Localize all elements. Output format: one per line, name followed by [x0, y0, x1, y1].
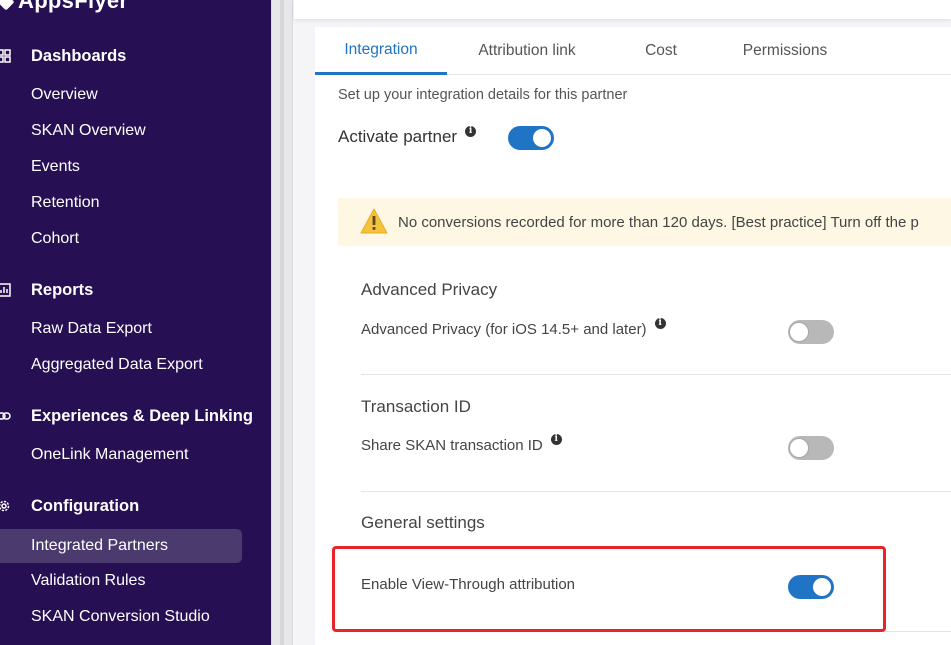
warning-banner: No conversions recorded for more than 12…	[338, 198, 951, 246]
sidebar-item-cohort[interactable]: Cohort	[0, 222, 242, 256]
info-icon[interactable]: i	[550, 434, 562, 445]
divider	[361, 491, 951, 492]
warning-text: No conversions recorded for more than 12…	[398, 213, 919, 231]
sidebar-resize-handle[interactable]	[271, 0, 293, 645]
sidebar-section-dashboards[interactable]: Dashboards	[0, 42, 126, 70]
advanced-privacy-title: Advanced Privacy	[361, 280, 498, 299]
sidebar-item-validation-rules[interactable]: Validation Rules	[0, 564, 242, 598]
sidebar-item-skan-overview[interactable]: SKAN Overview	[0, 114, 242, 148]
divider	[361, 374, 951, 375]
advanced-privacy-row: Advanced Privacy (for iOS 14.5+ and late…	[361, 318, 666, 338]
info-icon[interactable]: i	[654, 318, 666, 329]
sidebar-item-overview[interactable]: Overview	[0, 78, 242, 112]
app-logo[interactable]: AppsFlyer	[0, 0, 128, 14]
gear-icon	[0, 500, 10, 512]
sidebar-item-integrated-partners[interactable]: Integrated Partners	[0, 529, 242, 563]
dashboard-icon	[0, 49, 11, 63]
transaction-id-toggle[interactable]	[788, 436, 834, 460]
sidebar-item-aggregated-data-export[interactable]: Aggregated Data Export	[0, 348, 242, 382]
tab-cost[interactable]: Cost	[615, 27, 707, 74]
sidebar-section-deep-linking[interactable]: Experiences & Deep Linking	[0, 402, 253, 430]
tab-attribution-link[interactable]: Attribution link	[461, 27, 593, 74]
top-bar	[294, 0, 951, 19]
transaction-id-label: Share SKAN transaction ID	[361, 437, 543, 454]
transaction-id-title: Transaction ID	[361, 397, 471, 416]
sidebar: AppsFlyer Dashboards Overview SKAN Overv…	[0, 0, 271, 645]
chart-icon	[0, 283, 11, 297]
link-icon	[0, 412, 11, 420]
tab-bar: Integration Attribution link Cost Permis…	[315, 27, 951, 75]
section-subtitle: Set up your integration details for this…	[338, 87, 628, 103]
sidebar-item-retention[interactable]: Retention	[0, 186, 242, 220]
tab-permissions[interactable]: Permissions	[725, 27, 845, 74]
sidebar-item-raw-data-export[interactable]: Raw Data Export	[0, 312, 242, 346]
sidebar-section-reports[interactable]: Reports	[0, 276, 93, 304]
activate-partner-toggle[interactable]	[508, 126, 554, 150]
advanced-privacy-toggle[interactable]	[788, 320, 834, 344]
advanced-privacy-label: Advanced Privacy (for iOS 14.5+ and late…	[361, 321, 647, 338]
activate-partner-row: Activate partner i	[338, 125, 477, 147]
logo-icon	[0, 0, 15, 11]
sidebar-item-skan-conversion-studio[interactable]: SKAN Conversion Studio	[0, 600, 242, 634]
sidebar-item-onelink-management[interactable]: OneLink Management	[0, 438, 242, 472]
tab-integration[interactable]: Integration	[315, 27, 447, 75]
activate-partner-label: Activate partner	[338, 127, 458, 146]
info-icon[interactable]: i	[465, 125, 477, 137]
warning-icon	[360, 208, 388, 234]
transaction-id-row: Share SKAN transaction ID i	[361, 434, 562, 454]
highlight-box	[332, 546, 886, 632]
sidebar-item-events[interactable]: Events	[0, 150, 242, 184]
general-settings-title: General settings	[361, 513, 485, 532]
sidebar-section-configuration[interactable]: Configuration	[0, 492, 139, 520]
